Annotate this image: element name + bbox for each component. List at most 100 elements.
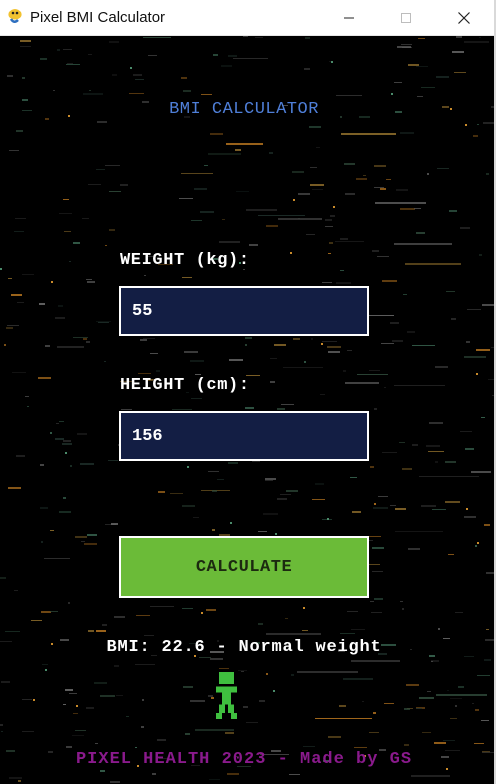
noise-streak (229, 359, 243, 361)
noise-streak (401, 44, 412, 45)
noise-streak (417, 96, 423, 97)
minimize-button[interactable] (320, 0, 378, 35)
noise-streak (450, 718, 457, 719)
noise-streak (190, 360, 204, 362)
noise-streak (465, 448, 474, 450)
noise-streak (206, 609, 216, 611)
noise-streak (405, 263, 461, 265)
calculate-button[interactable]: CALCULATE (119, 536, 369, 598)
noise-streak (170, 493, 183, 494)
noise-streak (211, 697, 214, 699)
noise-streak (100, 770, 105, 772)
noise-streak (434, 742, 446, 744)
noise-streak (77, 433, 87, 435)
noise-streak (356, 178, 367, 180)
noise-dot (273, 690, 275, 692)
noise-streak (144, 635, 154, 636)
close-button[interactable] (435, 0, 493, 35)
noise-streak (111, 523, 118, 525)
noise-streak (263, 513, 278, 515)
noise-streak (394, 82, 402, 83)
noise-streak (378, 496, 388, 497)
noise-streak (464, 356, 486, 358)
noise-streak (16, 455, 25, 457)
green-pixel-person-icon (216, 672, 237, 719)
noise-streak (181, 77, 187, 79)
noise-streak (193, 517, 199, 518)
noise-streak (436, 694, 487, 696)
noise-streak (6, 327, 13, 329)
noise-streak (394, 385, 445, 386)
noise-streak (225, 732, 234, 734)
noise-streak (422, 732, 431, 733)
noise-streak (102, 624, 107, 626)
noise-streak (96, 169, 105, 170)
noise-streak (335, 241, 364, 242)
noise-streak (304, 68, 310, 70)
noise-streak (75, 730, 86, 731)
noise-streak (394, 243, 452, 245)
noise-streak (40, 58, 47, 60)
noise-streak (89, 90, 91, 91)
noise-streak (363, 175, 366, 176)
noise-streak (245, 407, 254, 409)
noise-streak (419, 697, 434, 699)
noise-streak (5, 631, 20, 632)
weight-field[interactable] (119, 286, 369, 336)
noise-streak (435, 366, 448, 368)
noise-streak (210, 658, 223, 660)
noise-streak (486, 173, 489, 175)
window-title: Pixel BMI Calculator (30, 9, 166, 26)
noise-streak (269, 152, 273, 154)
noise-streak (64, 231, 71, 232)
noise-streak (88, 54, 92, 55)
noise-streak (208, 153, 241, 155)
noise-streak (18, 780, 21, 782)
height-field[interactable] (119, 411, 369, 461)
noise-streak (386, 179, 391, 180)
noise-streak (372, 571, 383, 572)
calculate-button-label: CALCULATE (195, 557, 293, 577)
noise-streak (302, 630, 308, 631)
noise-streak (328, 351, 340, 353)
noise-streak (157, 739, 166, 741)
title-bar[interactable]: Pixel BMI Calculator (0, 0, 496, 36)
noise-streak (152, 773, 156, 775)
noise-streak (428, 451, 444, 452)
noise-streak (50, 530, 54, 531)
noise-streak (208, 471, 219, 472)
noise-streak (14, 590, 18, 591)
noise-streak (70, 465, 72, 467)
noise-streak (408, 64, 419, 66)
height-input[interactable] (121, 413, 367, 459)
noise-streak (65, 689, 73, 691)
noise-streak (59, 213, 72, 214)
noise-streak (126, 716, 129, 717)
maximize-button[interactable] (377, 0, 435, 35)
noise-streak (246, 722, 258, 723)
noise-streak (403, 294, 407, 295)
noise-streak (293, 338, 300, 340)
noise-streak (411, 775, 450, 777)
noise-streak (479, 37, 481, 38)
noise-streak (370, 466, 374, 468)
noise-streak (266, 673, 268, 675)
noise-streak (399, 442, 405, 443)
noise-streak (345, 382, 379, 384)
minimize-icon (344, 17, 354, 18)
noise-dot (65, 452, 67, 454)
noise-streak (9, 777, 22, 779)
bmi-result: BMI: 22.6 - Normal weight (106, 638, 382, 657)
weight-input[interactable] (121, 288, 367, 334)
noise-streak (56, 423, 59, 424)
noise-streak (400, 208, 415, 210)
noise-streak (266, 633, 321, 635)
noise-streak (228, 55, 237, 57)
noise-streak (362, 701, 364, 702)
noise-dot (327, 518, 329, 520)
noise-streak (310, 167, 317, 168)
noise-streak (55, 438, 64, 440)
noise-streak (73, 337, 88, 338)
noise-streak (419, 476, 479, 477)
noise-streak (339, 705, 346, 707)
